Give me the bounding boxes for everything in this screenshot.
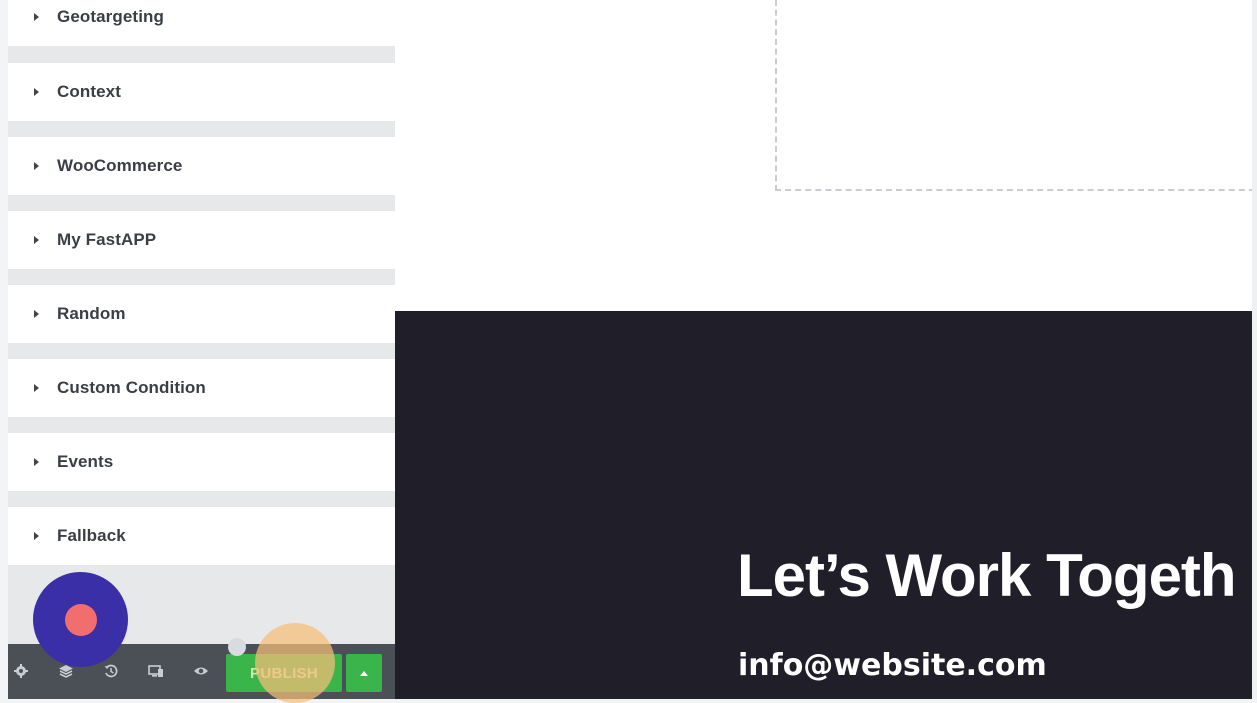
preview-canvas: Let’s Work Togeth info@website.com <box>395 0 1257 699</box>
record-button[interactable] <box>33 572 128 667</box>
section-fallback[interactable]: Fallback <box>8 507 395 565</box>
headline[interactable]: Let’s Work Togeth <box>737 541 1237 610</box>
caret-right-icon <box>34 532 39 540</box>
caret-up-icon <box>360 670 368 676</box>
section-my-fastapp[interactable]: My FastAPP <box>8 211 395 269</box>
section-woocommerce[interactable]: WooCommerce <box>8 137 395 195</box>
publish-button[interactable]: PUBLISH <box>226 654 342 692</box>
caret-right-icon <box>34 236 39 244</box>
caret-right-icon <box>34 13 39 21</box>
section-custom-condition[interactable]: Custom Condition <box>8 359 395 417</box>
section-random[interactable]: Random <box>8 285 395 343</box>
section-label: Context <box>57 82 121 101</box>
caret-right-icon <box>34 384 39 392</box>
section-label: Events <box>57 452 114 471</box>
section-label: My FastAPP <box>57 230 157 249</box>
empty-widget-placeholder[interactable] <box>775 0 1257 191</box>
editor-window: Geotargeting Context WooCommerce My Fast… <box>0 0 1257 703</box>
record-icon <box>64 603 97 636</box>
canvas-dark-section: Let’s Work Togeth info@website.com <box>395 311 1252 699</box>
section-events[interactable]: Events <box>8 433 395 491</box>
section-label: Random <box>57 304 126 323</box>
gear-icon[interactable] <box>12 663 30 681</box>
caret-right-icon <box>34 88 39 96</box>
section-label: Geotargeting <box>57 7 164 26</box>
section-context[interactable]: Context <box>8 63 395 121</box>
cursor-marker <box>228 638 246 656</box>
history-icon[interactable] <box>102 663 120 681</box>
section-label: Fallback <box>57 526 126 545</box>
caret-right-icon <box>34 162 39 170</box>
section-label: Custom Condition <box>57 378 206 397</box>
publish-options-button[interactable] <box>346 654 382 692</box>
email-link[interactable]: info@website.com <box>738 648 1047 683</box>
section-geotargeting[interactable]: Geotargeting <box>8 0 395 46</box>
section-label: WooCommerce <box>57 156 183 175</box>
canvas-edge <box>1252 0 1257 699</box>
responsive-icon[interactable] <box>147 663 165 681</box>
caret-right-icon <box>34 458 39 466</box>
eye-icon[interactable] <box>192 663 210 681</box>
caret-right-icon <box>34 310 39 318</box>
canvas-white-section <box>395 0 1257 311</box>
